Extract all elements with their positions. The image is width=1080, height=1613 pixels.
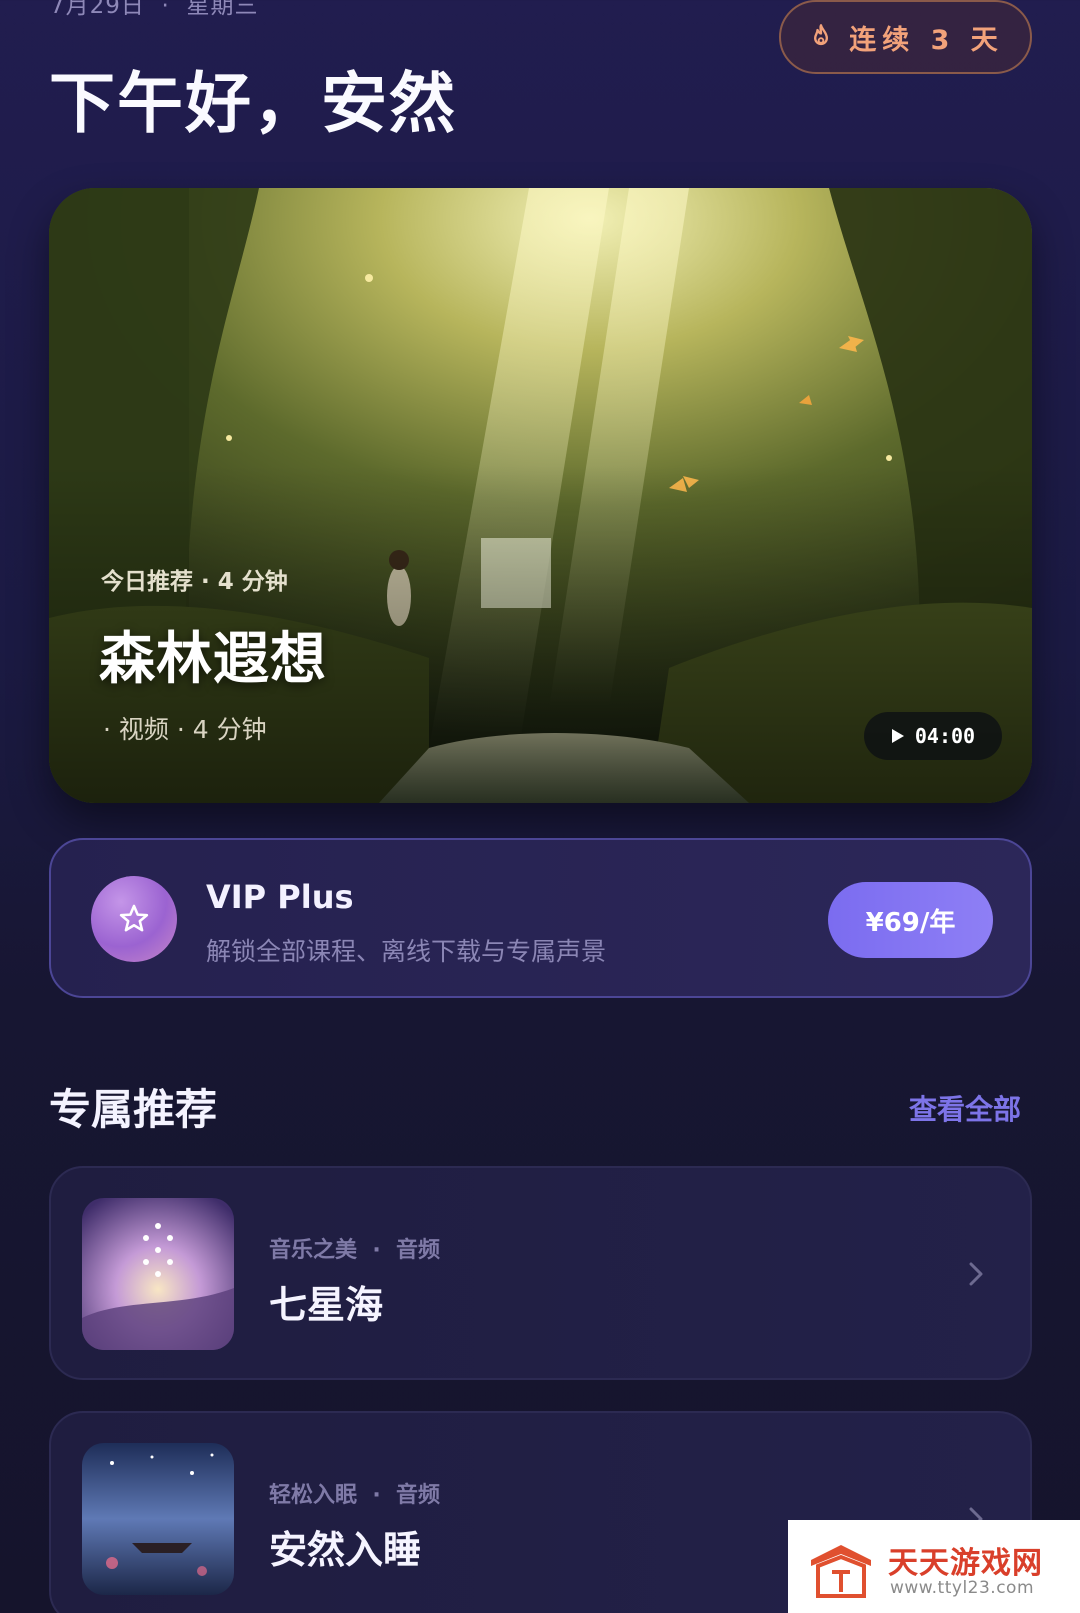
watermark-url: www.ttyl23.com: [890, 1578, 1035, 1598]
item-meta: 音乐之美 · 音频: [269, 1238, 441, 1263]
vip-title: VIP Plus: [206, 878, 354, 916]
chevron-right-icon: [969, 1262, 983, 1286]
featured-tag: 今日推荐 · 4 分钟: [101, 569, 288, 595]
play-duration-button[interactable]: 04:00: [864, 712, 1002, 760]
flame-icon: [814, 24, 829, 46]
featured-subtitle: · 视频 · 4 分钟: [103, 715, 267, 744]
vip-plus-card[interactable]: VIP Plus 解锁全部课程、离线下载与专属声景 ¥69/年: [49, 838, 1032, 998]
watermark-title: 天天游戏网: [888, 1546, 1043, 1581]
nebula-thumbnail: [82, 1198, 234, 1350]
date-line: 7月29日 · 星期三: [50, 0, 259, 19]
watermark-logo: 天天游戏网 www.ttyl23.com: [788, 1520, 1080, 1613]
house-logo-icon: [811, 1545, 871, 1598]
streak-label: 连续 3 天: [849, 24, 1004, 56]
duration-label: 04:00: [914, 724, 976, 748]
boat-lake-thumbnail: [82, 1443, 234, 1595]
see-all-link[interactable]: 查看全部: [909, 1088, 1021, 1128]
item-title: 七星海: [269, 1283, 384, 1327]
list-item[interactable]: 音乐之美 · 音频 七星海: [49, 1166, 1032, 1380]
featured-title: 森林遐想: [99, 627, 327, 692]
streak-badge[interactable]: 连续 3 天: [779, 0, 1032, 74]
vip-description: 解锁全部课程、离线下载与专属声景: [206, 937, 607, 966]
play-icon: [891, 729, 904, 743]
featured-card[interactable]: 今日推荐 · 4 分钟 森林遐想 · 视频 · 4 分钟 04:00: [49, 188, 1032, 803]
greeting-title: 下午好，安然: [49, 65, 457, 142]
section-title: 专属推荐: [49, 1085, 218, 1134]
item-title: 安然入睡: [269, 1528, 422, 1572]
vip-price-button[interactable]: ¥69/年: [828, 882, 993, 958]
vip-badge: [91, 876, 177, 962]
item-meta: 轻松入眠 · 音频: [269, 1483, 441, 1508]
star-icon: [119, 904, 149, 932]
